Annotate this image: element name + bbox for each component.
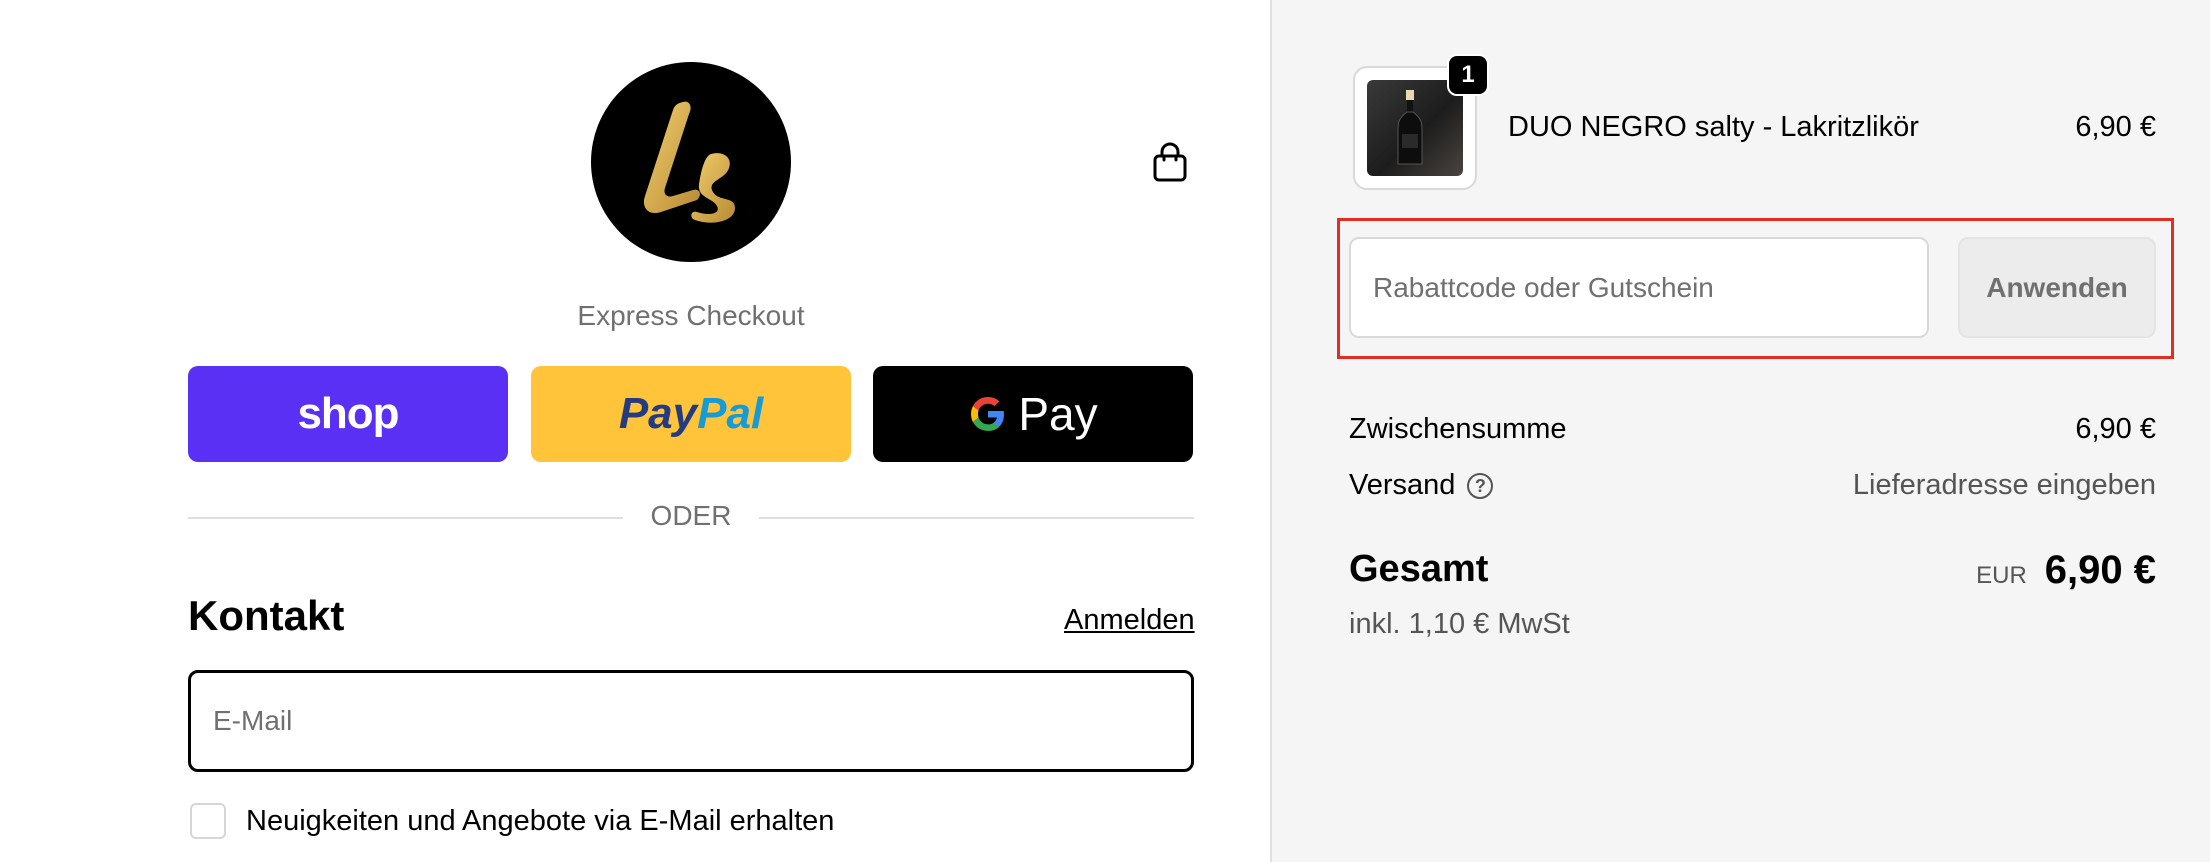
- newsletter-optin: Neuigkeiten und Angebote via E-Mail erha…: [190, 803, 834, 839]
- or-divider-text-wrap: ODER: [188, 500, 1194, 532]
- quantity-badge: 1: [1447, 54, 1489, 96]
- or-divider: ODER: [188, 500, 1194, 534]
- discount-code-input[interactable]: Rabattcode oder Gutschein: [1349, 237, 1929, 338]
- brand-mark-icon: [643, 101, 735, 223]
- google-pay-label: Pay: [1018, 388, 1098, 440]
- checkout-main-column: Express Checkout shop Pay Pal Pay ODER Ko…: [0, 0, 1270, 862]
- apply-discount-button[interactable]: Anwenden: [1958, 237, 2156, 338]
- shop-pay-label: shop: [297, 389, 399, 438]
- shopping-bag-icon[interactable]: [1146, 138, 1194, 186]
- paypal-label-part1: Pay: [618, 389, 698, 438]
- shipping-value: Lieferadresse eingeben: [1852, 469, 2156, 501]
- total-amount: EUR 6,90 €: [1976, 548, 2156, 593]
- help-circle-icon[interactable]: ?: [1467, 473, 1494, 499]
- subtotal-value: 6,90 €: [2075, 413, 2156, 445]
- shop-pay-button[interactable]: shop: [188, 366, 508, 462]
- express-checkout-label: Express Checkout: [577, 300, 805, 331]
- tax-note: inkl. 1,10 € MwSt: [1349, 608, 1570, 640]
- login-link[interactable]: Anmelden: [1064, 604, 1195, 637]
- contact-section-title: Kontakt: [188, 592, 345, 639]
- newsletter-label: Neuigkeiten und Angebote via E-Mail erha…: [246, 804, 835, 837]
- product-image: [1367, 80, 1463, 176]
- shipping-row: Versand?: [1349, 469, 1494, 502]
- product-price: 6,90 €: [2075, 111, 2156, 143]
- product-name: DUO NEGRO salty - Lakritzlikör: [1508, 111, 1919, 143]
- subtotal-label: Zwischensumme: [1349, 413, 1567, 445]
- google-pay-button[interactable]: Pay: [873, 366, 1193, 462]
- total-value: 6,90 €: [2044, 548, 2156, 592]
- total-label: Gesamt: [1349, 548, 1489, 590]
- paypal-button[interactable]: Pay Pal: [531, 366, 851, 462]
- currency-code: EUR: [1976, 562, 2027, 589]
- email-field[interactable]: E-Mail: [188, 670, 1194, 772]
- discount-code-placeholder: Rabattcode oder Gutschein: [1373, 271, 1714, 303]
- email-placeholder: E-Mail: [213, 705, 293, 736]
- paypal-label-part2: Pal: [697, 389, 764, 438]
- store-logo[interactable]: [591, 62, 791, 262]
- newsletter-checkbox[interactable]: [190, 803, 226, 839]
- shipping-label: Versand: [1349, 469, 1456, 501]
- bottle-icon: [1397, 90, 1423, 165]
- or-divider-label: ODER: [622, 500, 760, 531]
- google-g-icon: [971, 397, 1005, 431]
